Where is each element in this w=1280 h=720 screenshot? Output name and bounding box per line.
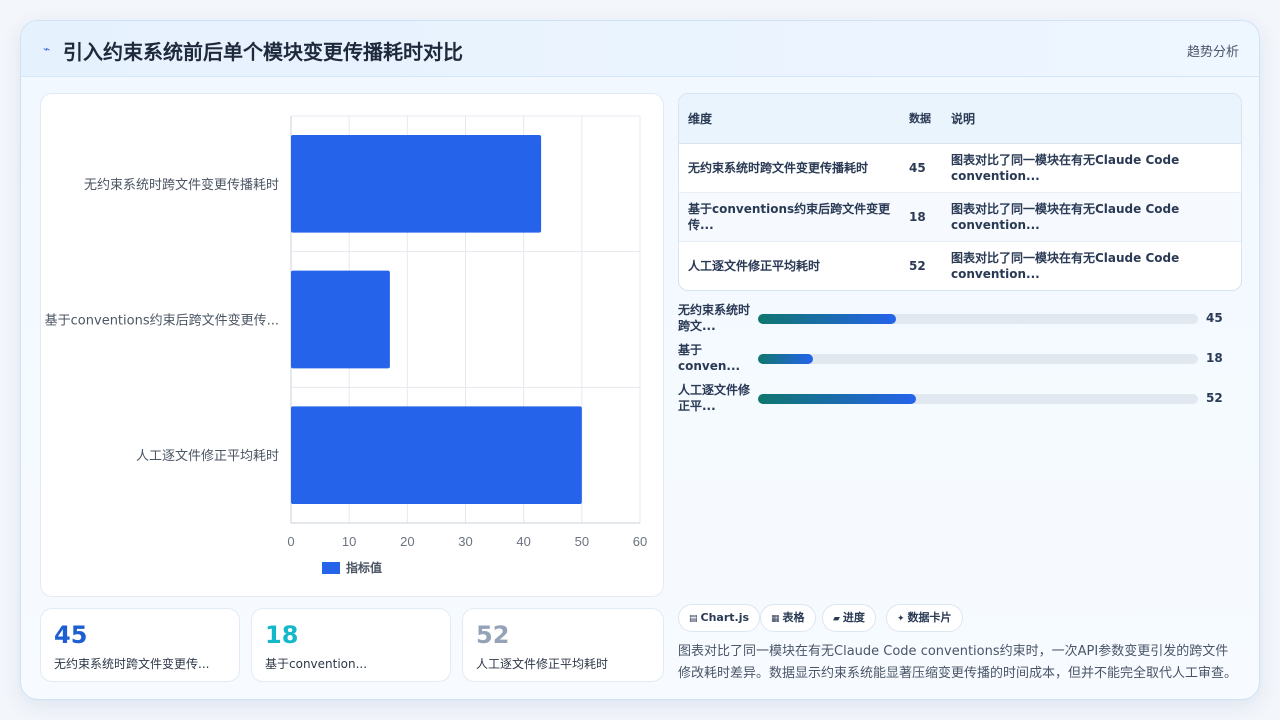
- chart-icon: ▤: [689, 614, 698, 624]
- bar: [291, 134, 542, 233]
- sparkle-icon: ✦: [897, 614, 905, 624]
- table-cell: 45: [900, 143, 942, 193]
- table-row: 人工逐文件修正平均耗时 52 图表对比了同一模块在有无Claude Code c…: [679, 241, 1241, 290]
- tag-chartjs[interactable]: ▤ Chart.js: [678, 604, 761, 632]
- legend-swatch: [322, 562, 340, 574]
- stat-value: 52: [476, 621, 510, 649]
- page-title: 引入约束系统前后单个模块变更传播耗时对比: [63, 40, 463, 64]
- x-tick-label: 60: [633, 534, 647, 549]
- bar: [291, 406, 582, 505]
- progress-value: 18: [1206, 351, 1223, 365]
- y-tick-label: 人工逐文件修正平均耗时: [136, 449, 279, 464]
- data-table: 维度 数据 说明 无约束系统时跨文件变更传播耗时 45 图表对比了同一模块在有无…: [678, 93, 1242, 291]
- progress-value: 52: [1206, 391, 1223, 405]
- dashboard-card: ⌁ 引入约束系统前后单个模块变更传播耗时对比 趋势分析 0 10 20 30 40 50 6…: [20, 20, 1260, 700]
- y-tick-label: 基于conventions约束后跨文件变更传...: [45, 313, 279, 329]
- tag-data-card[interactable]: ✦ 数据卡片: [886, 604, 963, 632]
- x-tick-label: 20: [400, 534, 414, 549]
- stat-card-1: 45 无约束系统时跨文件变更传...: [40, 608, 240, 682]
- table-row: 基于conventions约束后跨文件变更传... 18 图表对比了同一模块在有…: [679, 192, 1241, 242]
- tag-table[interactable]: ▦ 表格: [760, 604, 816, 632]
- stat-label: 基于convention...: [265, 657, 368, 671]
- x-tick-label: 10: [342, 534, 356, 549]
- stat-card-2: 18 基于convention...: [251, 608, 451, 682]
- x-tick-label: 30: [458, 534, 472, 549]
- x-tick-label: 40: [516, 534, 530, 549]
- progress-track: [758, 394, 1198, 404]
- progress-track: [758, 314, 1198, 324]
- table-cell: 18: [900, 192, 942, 242]
- table-row: 无约束系统时跨文件变更传播耗时 45 图表对比了同一模块在有无Claude Co…: [679, 143, 1241, 193]
- x-tick-label: 0: [287, 534, 294, 549]
- tag-progress[interactable]: ▰ 进度: [822, 604, 876, 632]
- progress-fill: [758, 314, 896, 324]
- stat-label: 人工逐文件修正平均耗时: [476, 657, 609, 671]
- table-cell: 52: [909, 258, 926, 273]
- table-cell: 图表对比了同一模块在有无Claude Code convention...: [942, 143, 1241, 193]
- trend-analysis-link[interactable]: 趋势分析: [1187, 41, 1239, 60]
- chart-line-icon: ⌁: [43, 42, 51, 56]
- stat-value: 18: [265, 621, 299, 649]
- progress-track: [758, 354, 1198, 364]
- bar-chart: 0 10 20 30 40 50 60 无约束系统时跨文件变更传播耗时基于convention…: [45, 115, 647, 575]
- progress-icon: ▰: [833, 614, 840, 624]
- progress-fill: [758, 394, 917, 404]
- y-tick-label: 无约束系统时跨文件变更传播耗时: [84, 177, 279, 193]
- table-cell: 人工逐文件修正平均耗时: [688, 258, 821, 273]
- bar-chart-panel: 0 10 20 30 40 50 60 无约束系统时跨文件变更传播耗时基于convention…: [40, 93, 664, 597]
- bar: [291, 270, 390, 369]
- header-bar: ⌁ 引入约束系统前后单个模块变更传播耗时对比 趋势分析: [21, 21, 1259, 77]
- progress-row: 人工逐文件修正平... 52: [678, 382, 1242, 416]
- table-cell: 图表对比了同一模块在有无Claude Code convention...: [951, 250, 1180, 281]
- tag-label: 表格: [782, 611, 805, 624]
- table-cell: 基于conventions约束后跨文件变更传...: [679, 192, 900, 242]
- table-header-row: 维度 数据 说明: [679, 94, 1241, 144]
- tag-label: 数据卡片: [907, 611, 952, 624]
- progress-row: 基于conven... 18: [678, 342, 1242, 376]
- stat-label: 无约束系统时跨文件变更传...: [54, 657, 210, 671]
- description-text: 图表对比了同一模块在有无Claude Code conventions约束时，一…: [678, 644, 1238, 681]
- table-cell: 图表对比了同一模块在有无Claude Code convention...: [942, 192, 1241, 242]
- column-header-dimension: 维度: [679, 94, 900, 144]
- tag-label: Chart.js: [700, 611, 750, 624]
- progress-label: 无约束系统时跨文...: [678, 303, 751, 333]
- progress-row: 无约束系统时跨文... 45: [678, 302, 1242, 336]
- stat-card-3: 52 人工逐文件修正平均耗时: [462, 608, 664, 682]
- legend-label: 指标值: [346, 560, 382, 575]
- tag-label: 进度: [842, 611, 865, 624]
- column-header-data: 数据: [900, 94, 942, 144]
- progress-label: 基于conven...: [678, 343, 741, 373]
- table-cell: 无约束系统时跨文件变更传播耗时: [679, 143, 900, 193]
- progress-label: 人工逐文件修正平...: [678, 383, 751, 413]
- stat-value: 45: [54, 621, 88, 649]
- column-header-note: 说明: [942, 94, 1241, 144]
- progress-value: 45: [1206, 311, 1223, 325]
- progress-fill: [758, 354, 813, 364]
- x-tick-label: 50: [575, 534, 589, 549]
- table-icon: ▦: [771, 614, 780, 624]
